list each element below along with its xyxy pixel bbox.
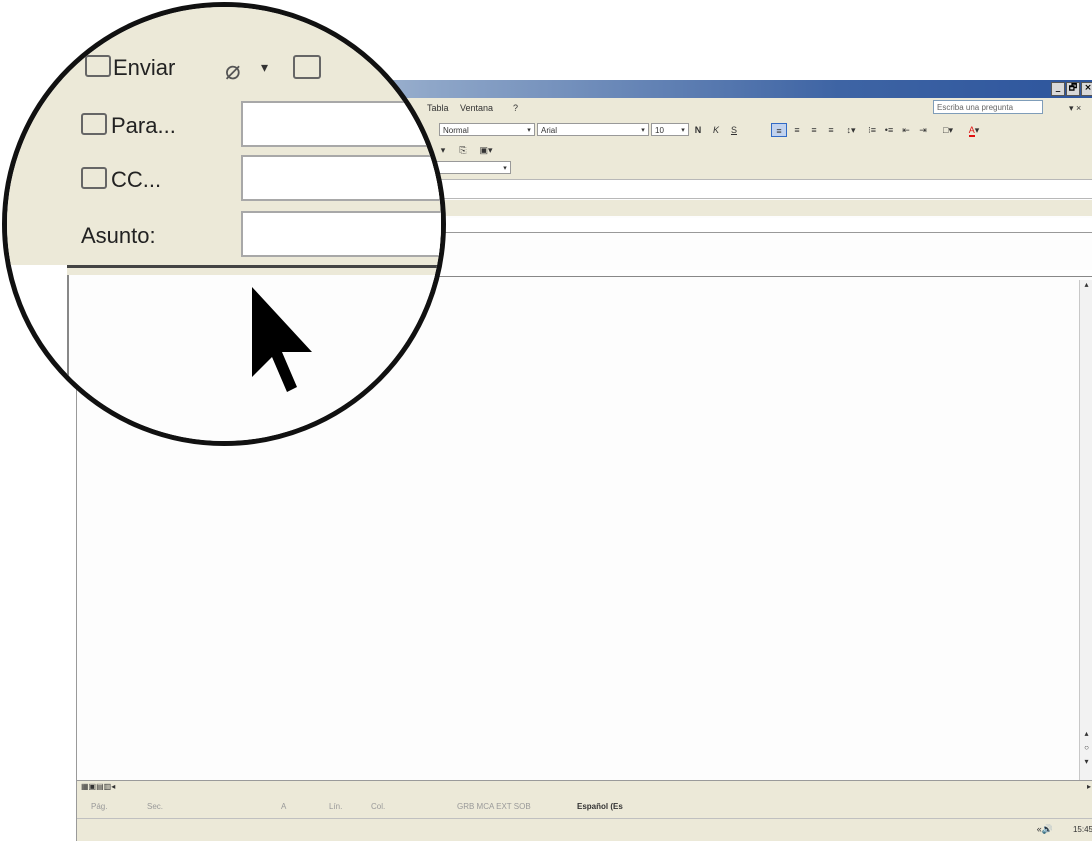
minimize-button[interactable]: _ (1051, 82, 1065, 96)
status-line: Lín. (329, 802, 343, 811)
status-bar: Pág. Sec. A Lín. Col. GRB MCA EXT SOB Es… (77, 795, 1092, 819)
to-button[interactable]: Para... (81, 113, 176, 139)
send-button[interactable]: Enviar (85, 55, 175, 81)
font-value: Arial (541, 126, 558, 135)
style-value: Normal (443, 126, 469, 135)
border-icon[interactable]: □▾ (937, 123, 959, 137)
next-page-icon[interactable]: ▾ (1080, 757, 1092, 769)
decrease-indent-icon[interactable]: ⇤ (899, 123, 913, 137)
select-browse-icon[interactable]: ○ (1080, 743, 1092, 755)
justify-icon[interactable]: ≡ (824, 123, 838, 137)
chevron-down-icon: ▾ (681, 127, 685, 134)
arrow-cursor-icon (252, 287, 312, 392)
address-book-icon (81, 167, 107, 189)
chevron-down-icon: ▾ (503, 165, 507, 172)
subject-label: Asunto: (81, 223, 156, 248)
paperclip-icon[interactable]: ⌀ (225, 55, 241, 86)
window-controls: _ 🗗 × (1051, 82, 1092, 96)
address-book-icon (81, 113, 107, 135)
prev-page-icon[interactable]: ▴ (1080, 729, 1092, 741)
magnifier-zoom: Enviar ⌀ ▾ Para... CC... Asunto: (2, 2, 446, 446)
scroll-up-icon[interactable]: ▴ (1080, 280, 1092, 292)
insert-icon[interactable]: ▣▾ (475, 143, 497, 157)
align-left-icon[interactable]: ≡ (771, 123, 787, 137)
menu-item-help[interactable]: ? (513, 103, 518, 113)
zoomed-toolbar: Enviar ⌀ ▾ (7, 7, 441, 95)
underline-button[interactable]: S (727, 123, 741, 137)
address-book-icon (85, 55, 111, 77)
bullet-list-icon[interactable]: •≡ (882, 123, 896, 137)
numbered-list-icon[interactable]: ⁝≡ (865, 123, 879, 137)
clock: 15:45 (1072, 825, 1092, 834)
format-painter-icon[interactable]: ⎘ (455, 143, 471, 157)
vertical-scrollbar[interactable]: ▴ ▴ ○ ▾ (1079, 280, 1092, 781)
send-label: Enviar (113, 55, 176, 80)
tray-icons: «🔊 (1036, 824, 1053, 834)
italic-button[interactable]: K (709, 123, 723, 137)
status-page: Pág. (91, 802, 108, 811)
status-at: A (281, 802, 287, 811)
status-col: Col. (371, 802, 386, 811)
cc-button[interactable]: CC... (81, 167, 161, 193)
scroll-right-icon[interactable]: ▸ (1087, 782, 1091, 791)
to-input[interactable] (241, 101, 441, 147)
to-label: Para... (111, 113, 176, 138)
ask-question-input[interactable]: Escriba una pregunta (933, 100, 1043, 114)
increase-indent-icon[interactable]: ⇥ (916, 123, 930, 137)
cc-input[interactable] (241, 155, 441, 201)
font-color-icon[interactable]: A▾ (963, 123, 985, 137)
cc-label: CC... (111, 167, 162, 192)
align-center-icon[interactable]: ≡ (790, 123, 804, 137)
size-select[interactable]: 10 ▾ (651, 123, 689, 136)
status-section: Sec. (147, 802, 164, 811)
address-book-icon[interactable] (293, 55, 321, 79)
font-select[interactable]: Arial ▾ (537, 123, 649, 136)
subject-input[interactable] (241, 211, 441, 257)
close-button[interactable]: × (1081, 82, 1092, 96)
chevron-down-icon[interactable]: ▾ (261, 59, 268, 76)
horizontal-scrollbar[interactable]: ▦▣▤▥◂ ▸ (77, 780, 1092, 795)
taskbar: «🔊 15:45 (77, 818, 1092, 841)
status-language: Español (Es (577, 802, 623, 811)
view-buttons[interactable]: ▦▣▤▥◂ (81, 782, 115, 791)
align-right-icon[interactable]: ≡ (807, 123, 821, 137)
bold-button[interactable]: N (691, 123, 705, 137)
size-value: 10 (655, 126, 664, 135)
chevron-down-icon: ▾ (527, 127, 531, 134)
line-spacing-icon[interactable]: ↕▾ (841, 123, 861, 137)
maximize-button[interactable]: 🗗 (1066, 82, 1080, 96)
from-account-select[interactable]: ▾ (433, 161, 511, 174)
style-select[interactable]: Normal ▾ (439, 123, 535, 136)
chevron-down-icon: ▾ (641, 127, 645, 134)
menu-item-ventana[interactable]: Ventana (460, 103, 493, 113)
status-flags: GRB MCA EXT SOB (457, 802, 531, 811)
zoomed-address-header: Para... CC... Asunto: (7, 95, 441, 265)
close-doc-icon[interactable]: ▾ × (1069, 103, 1081, 114)
